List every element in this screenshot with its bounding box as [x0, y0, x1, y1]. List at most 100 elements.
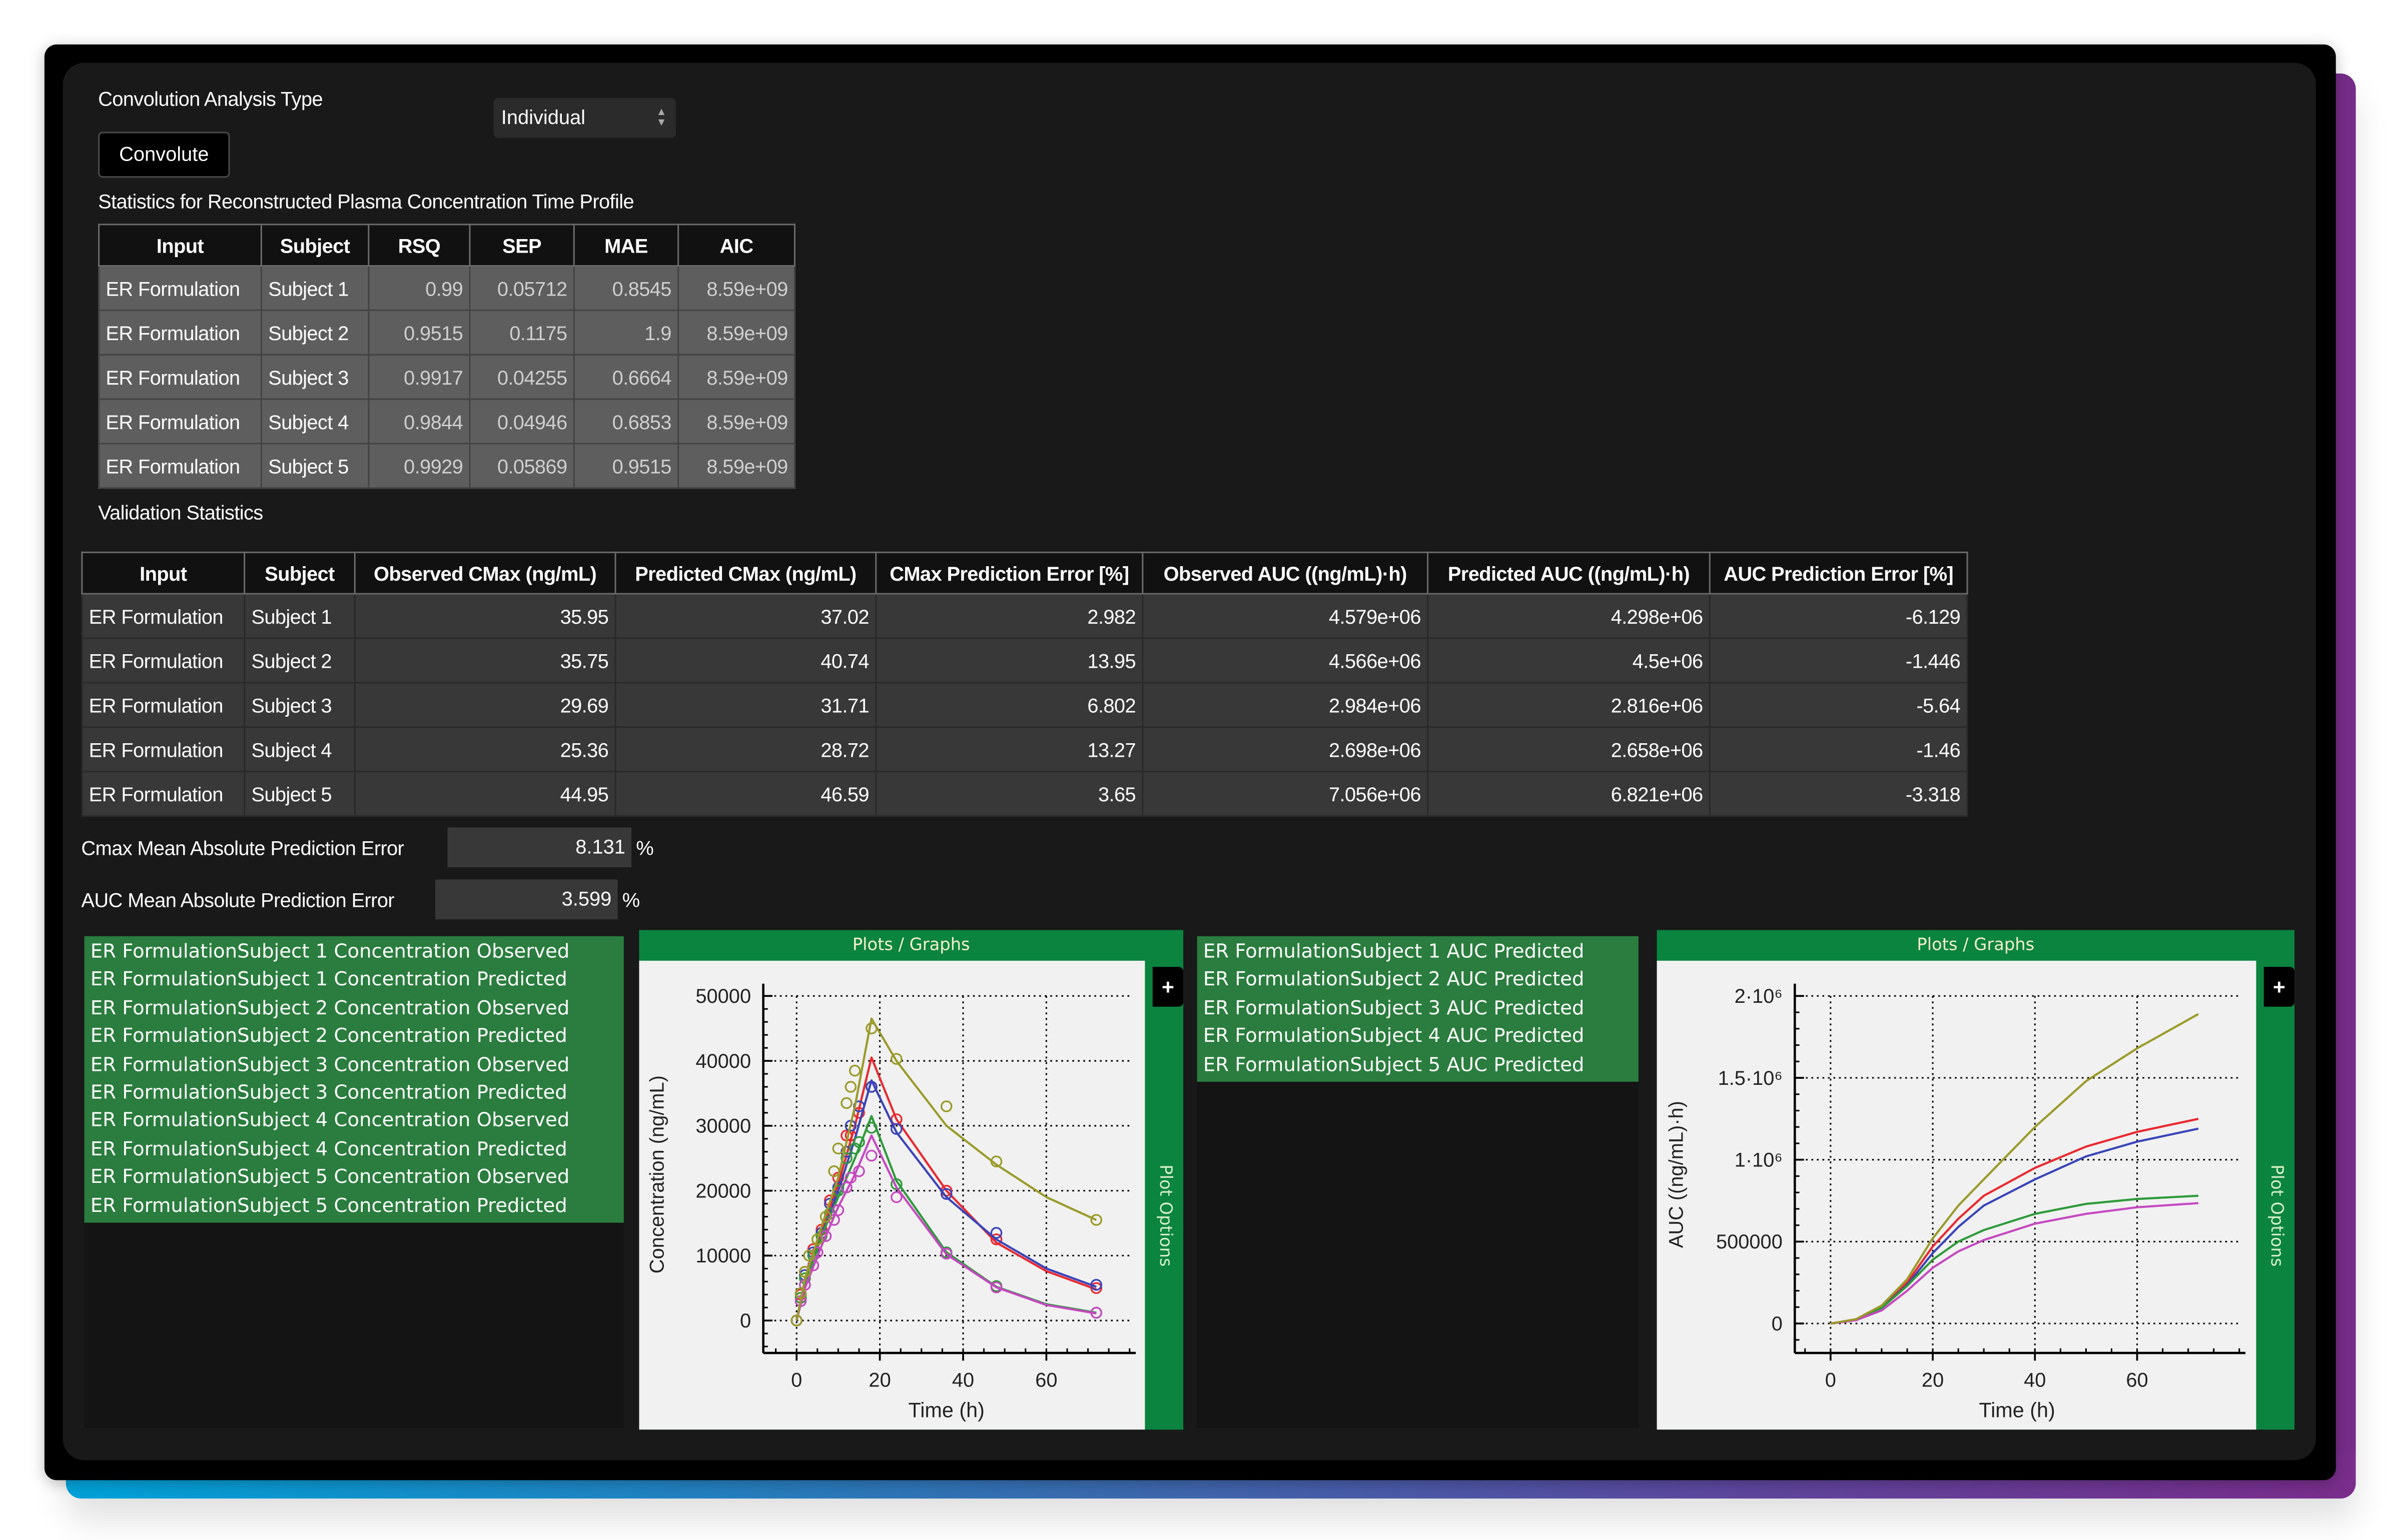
x-tick-label: 60	[2126, 1369, 2148, 1391]
auc-mape-unit: %	[622, 888, 640, 912]
table-cell: -5.64	[1709, 682, 1968, 728]
series-list-item[interactable]: ER FormulationSubject 4 Concentration Ob…	[91, 1107, 624, 1135]
column-header[interactable]: SEP	[469, 224, 575, 267]
table-cell: 35.75	[354, 637, 616, 684]
column-header[interactable]: Observed CMax (ng/mL)	[354, 551, 616, 595]
table-cell: -3.318	[1709, 770, 1968, 817]
series-list-item[interactable]: ER FormulationSubject 2 Concentration Pr…	[91, 1022, 624, 1050]
table-cell: 0.9515	[573, 443, 679, 489]
table-cell: Subject 1	[260, 265, 370, 311]
y-tick-label: 1·10⁶	[1735, 1149, 1783, 1171]
stats-table-row[interactable]: ER Formulation Subject 3 0.9917 0.04255 0.66…	[98, 354, 795, 400]
plot-panel-header: Plots / Graphs	[1917, 934, 2035, 955]
analysis-type-select[interactable]: Individual ▲ ▼	[493, 98, 676, 138]
table-cell: 2.658e+06	[1427, 726, 1711, 773]
table-cell: 0.99	[368, 265, 471, 311]
analysis-type-label: Convolution Analysis Type	[98, 87, 323, 111]
observed-point-subject-5	[940, 1100, 953, 1112]
table-cell: Subject 5	[244, 770, 356, 817]
column-header[interactable]: Predicted CMax (ng/mL)	[614, 551, 877, 595]
cmax-mape-unit: %	[636, 836, 654, 860]
validation-table-row[interactable]: ER Formulation Subject 4 25.36 28.72 13.27 2.…	[81, 726, 1968, 773]
table-cell: ER Formulation	[98, 309, 262, 356]
series-list-item[interactable]: ER FormulationSubject 4 AUC Predicted	[1203, 1022, 1639, 1050]
series-list-item[interactable]: ER FormulationSubject 3 Concentration Pr…	[91, 1079, 624, 1107]
stats-table-row[interactable]: ER Formulation Subject 4 0.9844 0.04946 0.68…	[98, 398, 795, 445]
stats-section-title: Statistics for Reconstructed Plasma Conc…	[98, 190, 634, 213]
table-cell: ER Formulation	[81, 593, 246, 639]
series-line-subject-5	[1830, 1013, 2199, 1325]
app-window: Convolution Analysis Type Individual ▲ ▼ …	[44, 44, 2336, 1480]
expand-plus-icon[interactable]: +	[1152, 967, 1184, 1007]
auc-mape-field[interactable]: 3.599	[435, 879, 618, 920]
table-cell: 2.816e+06	[1427, 682, 1711, 728]
convolute-button[interactable]: Convolute	[98, 132, 230, 178]
series-list-item[interactable]: ER FormulationSubject 5 Concentration Ob…	[91, 1163, 624, 1191]
series-list-item[interactable]: ER FormulationSubject 1 Concentration Pr…	[91, 966, 624, 994]
table-cell: ER Formulation	[81, 770, 246, 817]
validation-table-row[interactable]: ER Formulation Subject 5 44.95 46.59 3.65 7.0…	[81, 770, 1968, 817]
cmax-mape-field[interactable]: 8.131	[447, 827, 632, 867]
table-cell: 4.298e+06	[1427, 593, 1711, 639]
plot-options-tab[interactable]: Plot Options	[2267, 1164, 2287, 1266]
series-list-item[interactable]: ER FormulationSubject 5 AUC Predicted	[1203, 1050, 1639, 1078]
y-tick-label: 50000	[695, 985, 751, 1007]
auc-series-list[interactable]: ER FormulationSubject 1 AUC Predicted ER …	[1197, 936, 1639, 1428]
series-list-item[interactable]: ER FormulationSubject 2 AUC Predicted	[1203, 966, 1639, 994]
series-list-item[interactable]: ER FormulationSubject 2 Concentration Ob…	[91, 994, 624, 1022]
series-list-item[interactable]: ER FormulationSubject 5 Concentration Pr…	[91, 1191, 624, 1219]
concentration-series-list[interactable]: ER FormulationSubject 1 Concentration Ob…	[84, 936, 624, 1428]
column-header[interactable]: AUC Prediction Error [%]	[1709, 551, 1968, 595]
series-list-item[interactable]: ER FormulationSubject 1 Concentration Ob…	[91, 938, 624, 966]
table-cell: 40.74	[614, 637, 877, 684]
series-line-subject-3	[1830, 1194, 2199, 1325]
stats-table-row[interactable]: ER Formulation Subject 2 0.9515 0.1175 1.9 8.…	[98, 309, 795, 356]
validation-table-row[interactable]: ER Formulation Subject 1 35.95 37.02 2.982 4.…	[81, 593, 1968, 639]
column-header[interactable]: Observed AUC ((ng/mL)·h)	[1142, 551, 1429, 595]
series-list-item[interactable]: ER FormulationSubject 3 Concentration Ob…	[91, 1050, 624, 1078]
validation-table-row[interactable]: ER Formulation Subject 2 35.75 40.74 13.95 4.…	[81, 637, 1968, 684]
table-cell: ER Formulation	[98, 354, 262, 400]
concentration-plot-panel: Plots / Graphs 0 20 40 60 0 10000 20000 30000 40…	[639, 930, 1184, 1430]
table-cell: -6.129	[1709, 593, 1968, 639]
column-header[interactable]: MAE	[573, 224, 679, 267]
x-tick-label: 0	[1825, 1369, 1836, 1391]
table-cell: -1.446	[1709, 637, 1968, 684]
y-tick-label: 0	[740, 1310, 751, 1332]
observed-point-subject-5	[845, 1081, 857, 1093]
table-cell: ER Formulation	[81, 726, 246, 773]
stats-table-row[interactable]: ER Formulation Subject 1 0.99 0.05712 0.8545…	[98, 265, 795, 311]
table-cell: Subject 5	[260, 443, 370, 489]
column-header[interactable]: RSQ	[368, 224, 471, 267]
table-cell: 29.69	[354, 682, 616, 728]
plot-options-tab[interactable]: Plot Options	[1156, 1164, 1176, 1266]
column-header[interactable]: AIC	[677, 224, 795, 267]
concentration-plot-canvas[interactable]: 0 20 40 60 0 10000 20000 30000 40000 50000 Time (h…	[639, 960, 1145, 1430]
series-list-item[interactable]: ER FormulationSubject 3 AUC Predicted	[1203, 994, 1639, 1022]
expand-plus-icon[interactable]: +	[2263, 967, 2295, 1007]
column-header[interactable]: CMax Prediction Error [%]	[875, 551, 1144, 595]
table-cell: 28.72	[614, 726, 877, 773]
observed-point-subject-5	[866, 1022, 878, 1034]
y-tick-label: 500000	[1716, 1231, 1783, 1253]
y-tick-label: 2·10⁶	[1735, 985, 1783, 1007]
series-list-item[interactable]: ER FormulationSubject 1 AUC Predicted	[1203, 938, 1639, 966]
table-cell: 4.5e+06	[1427, 637, 1711, 684]
table-cell: 1.9	[573, 309, 679, 356]
table-cell: Subject 2	[260, 309, 370, 356]
series-list-item[interactable]: ER FormulationSubject 4 Concentration Pr…	[91, 1135, 624, 1163]
x-tick-label: 40	[2024, 1369, 2046, 1391]
column-header[interactable]: Input	[81, 551, 246, 595]
analysis-type-value: Individual	[501, 106, 586, 129]
column-header[interactable]: Predicted AUC ((ng/mL)·h)	[1427, 551, 1711, 595]
table-cell: 13.27	[875, 726, 1144, 773]
validation-table-row[interactable]: ER Formulation Subject 3 29.69 31.71 6.802 2.…	[81, 682, 1968, 728]
column-header[interactable]: Input	[98, 224, 262, 267]
column-header[interactable]: Subject	[244, 551, 356, 595]
auc-plot-canvas[interactable]: 0 20 40 60 0 500000 1·10⁶ 1.5·10⁶ 2·10⁶ Time (h) A…	[1657, 960, 2256, 1430]
stats-table-row[interactable]: ER Formulation Subject 5 0.9929 0.05869 0.95…	[98, 443, 795, 489]
table-cell: ER Formulation	[81, 682, 246, 728]
column-header[interactable]: Subject	[260, 224, 370, 267]
table-cell: 0.9515	[368, 309, 471, 356]
table-cell: ER Formulation	[81, 637, 246, 684]
